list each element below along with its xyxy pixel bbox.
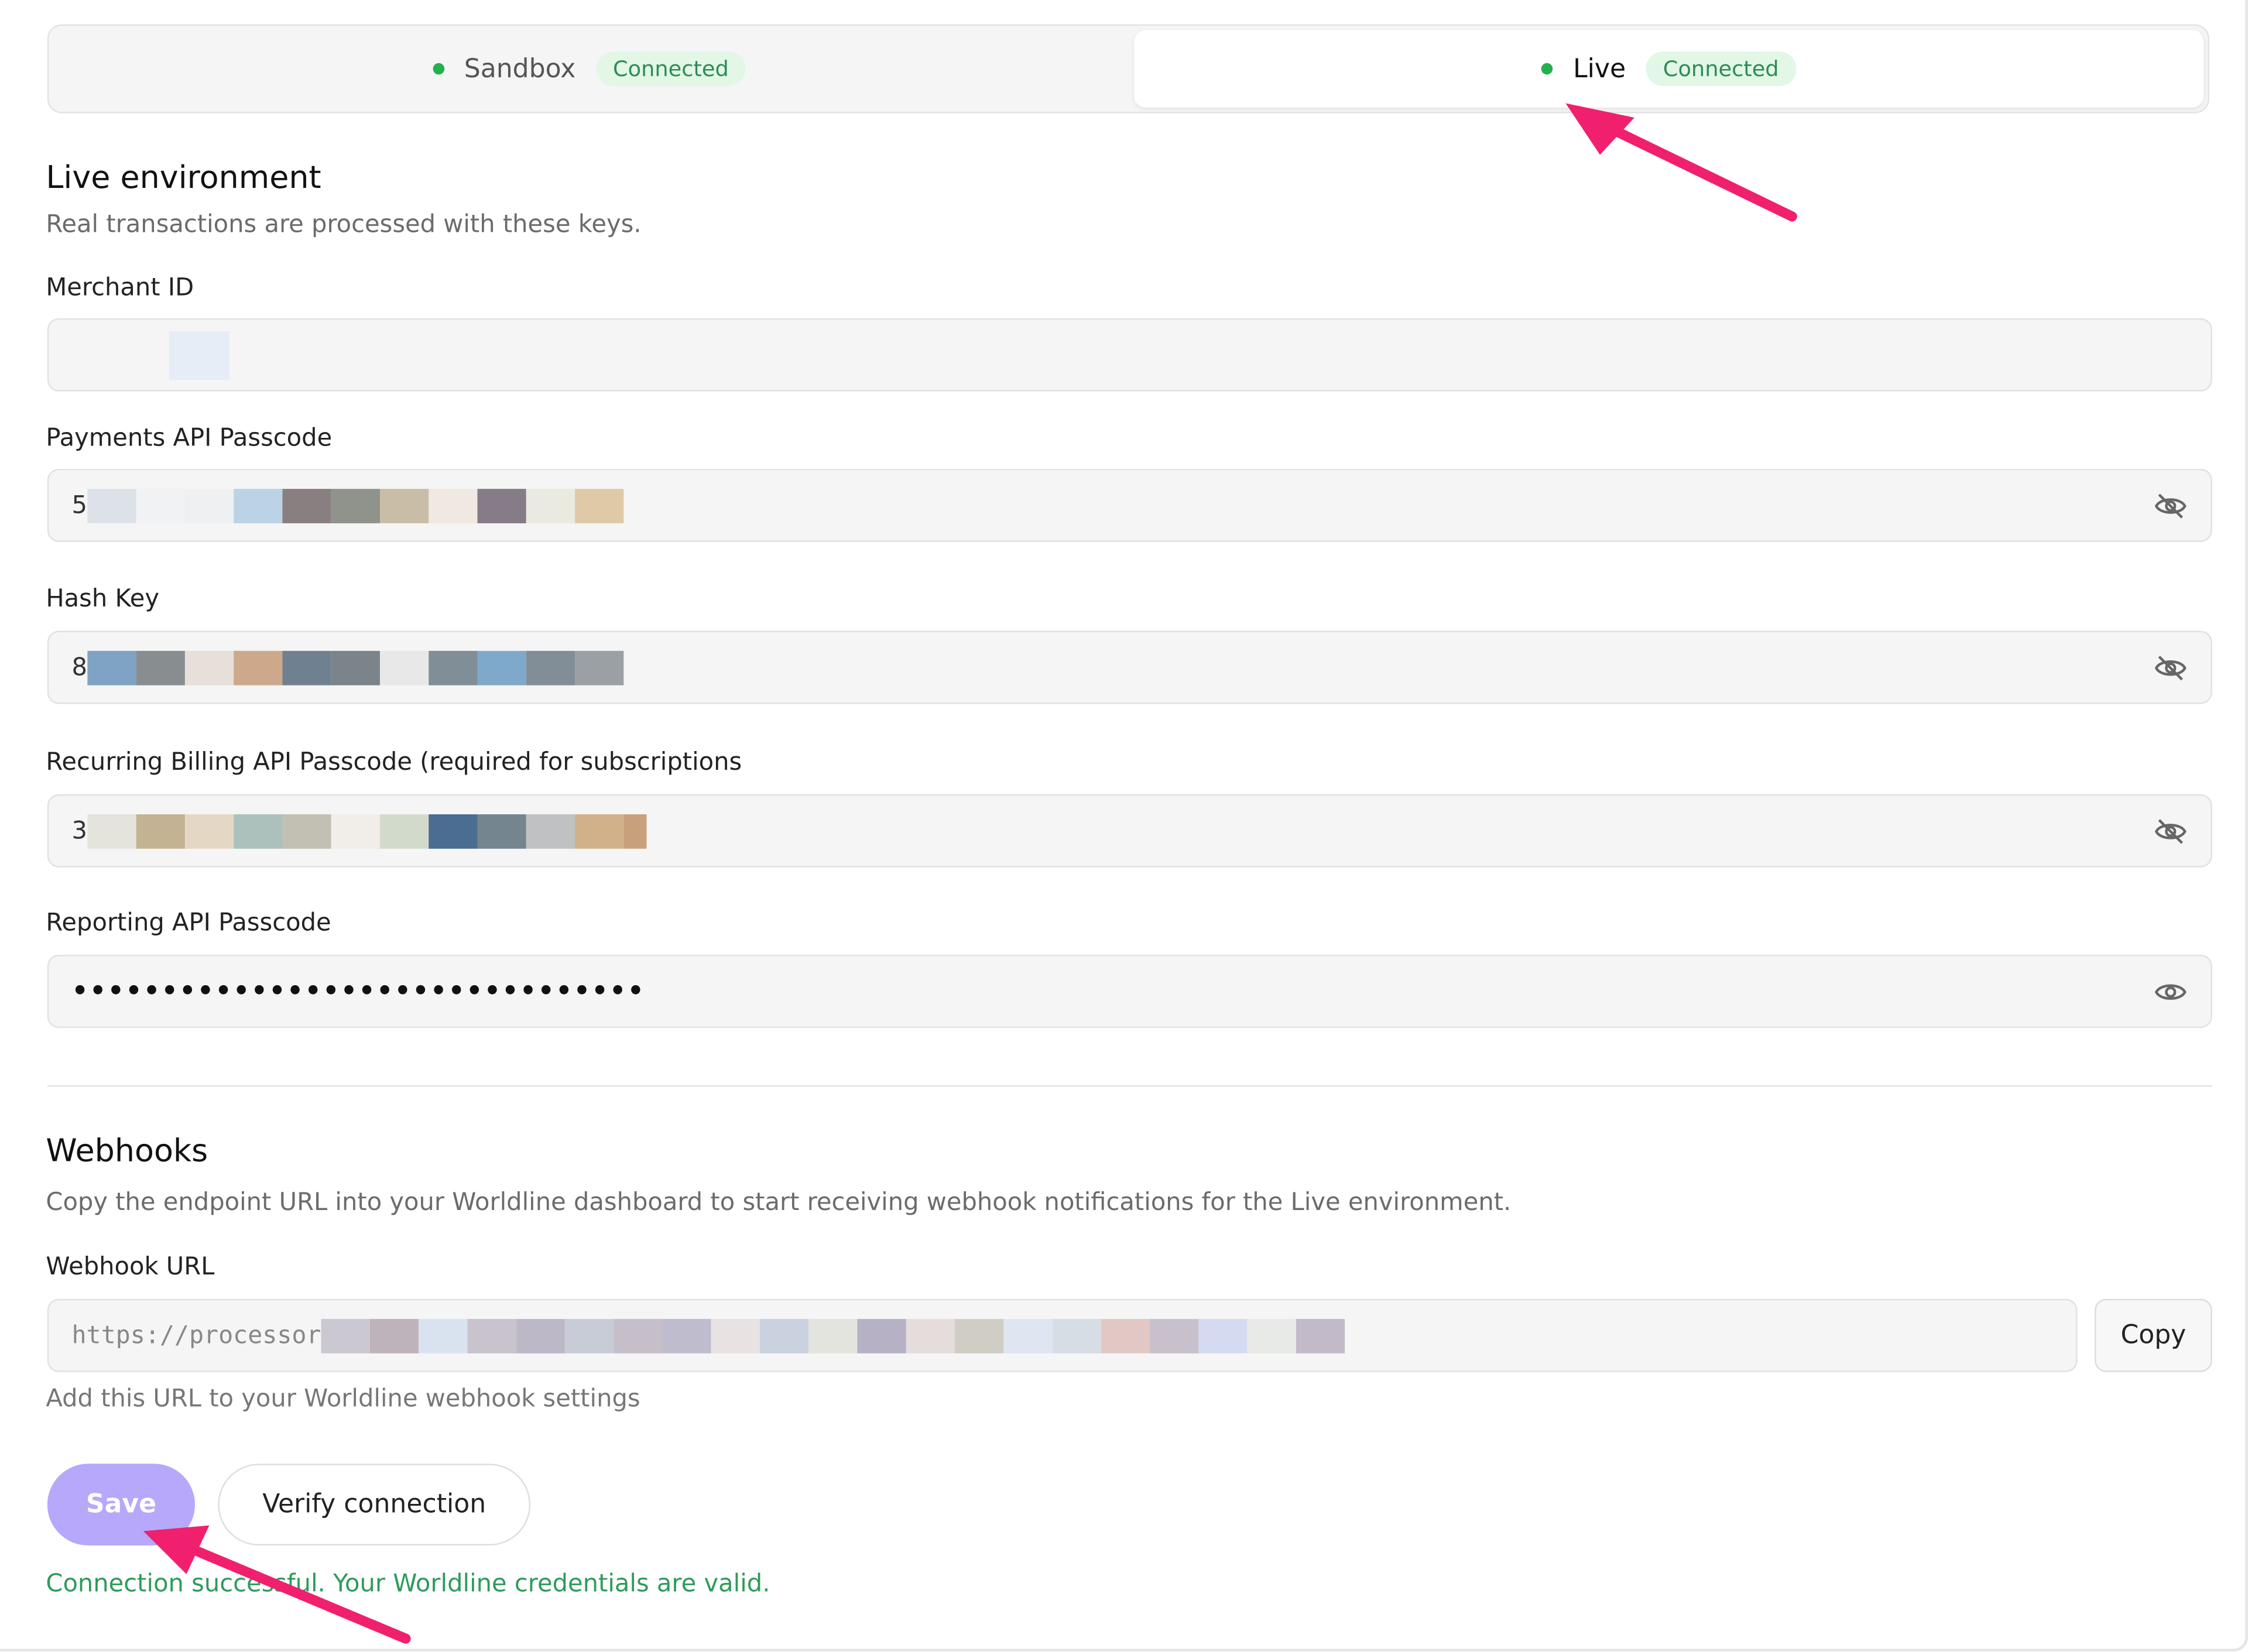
eye-off-icon[interactable] <box>2153 651 2188 686</box>
save-button[interactable]: Save <box>47 1464 196 1546</box>
copy-button[interactable]: Copy <box>2094 1298 2212 1372</box>
recurring-passcode-input[interactable]: 3 <box>47 794 2212 868</box>
status-dot-icon <box>1541 63 1553 75</box>
tab-live-label: Live <box>1573 53 1626 84</box>
recurring-passcode-label: Recurring Billing API Passcode (required… <box>46 748 742 777</box>
tab-live[interactable]: Live Connected <box>1134 30 2204 108</box>
webhook-url-label: Webhook URL <box>46 1253 215 1282</box>
redacted-value <box>87 813 647 848</box>
masked-value: •••••••••••••••••••••••••••••••• <box>71 976 646 1007</box>
merchant-id-input[interactable] <box>47 318 2212 392</box>
eye-icon[interactable] <box>2153 975 2188 1009</box>
eye-off-icon[interactable] <box>2153 814 2188 849</box>
status-dot-icon <box>432 63 444 75</box>
url-prefix: https://processor <box>71 1321 321 1350</box>
hash-key-input[interactable]: 8 <box>47 630 2212 704</box>
webhook-url-input[interactable]: https://processor <box>47 1298 2078 1372</box>
value-prefix: 8 <box>71 653 87 682</box>
webhook-hint: Add this URL to your Worldline webhook s… <box>46 1384 640 1414</box>
payments-passcode-input[interactable]: 5 <box>47 468 2212 542</box>
eye-off-icon[interactable] <box>2153 489 2188 523</box>
redacted-value <box>87 488 623 523</box>
hash-key-label: Hash Key <box>46 585 159 614</box>
redacted-value <box>321 1318 1345 1353</box>
page-root: Sandbox Connected Live Connected Live en… <box>0 0 2248 1652</box>
status-badge-live: Connected <box>1646 52 1797 86</box>
section-subtitle-live: Real transactions are processed with the… <box>46 211 642 239</box>
merchant-id-label: Merchant ID <box>46 273 194 303</box>
section-subtitle-webhooks: Copy the endpoint URL into your Worldlin… <box>46 1188 1512 1218</box>
reporting-passcode-label: Reporting API Passcode <box>46 909 331 938</box>
redacted-value <box>71 330 229 379</box>
tab-sandbox[interactable]: Sandbox Connected <box>54 30 1124 107</box>
payments-passcode-label: Payments API Passcode <box>46 424 333 453</box>
value-prefix: 5 <box>71 491 87 520</box>
value-prefix: 3 <box>71 816 87 845</box>
section-title-webhooks: Webhooks <box>46 1134 208 1170</box>
section-divider <box>47 1085 2212 1087</box>
verify-connection-button[interactable]: Verify connection <box>218 1464 531 1546</box>
section-title-live: Live environment <box>46 160 321 197</box>
environment-switch: Sandbox Connected Live Connected <box>47 24 2209 114</box>
tab-sandbox-label: Sandbox <box>464 53 576 84</box>
redacted-value <box>87 650 623 685</box>
connection-status-message: Connection successful. Your Worldline cr… <box>46 1569 770 1599</box>
reporting-passcode-input[interactable]: •••••••••••••••••••••••••••••••• <box>47 955 2212 1028</box>
status-badge-sandbox: Connected <box>595 52 746 86</box>
